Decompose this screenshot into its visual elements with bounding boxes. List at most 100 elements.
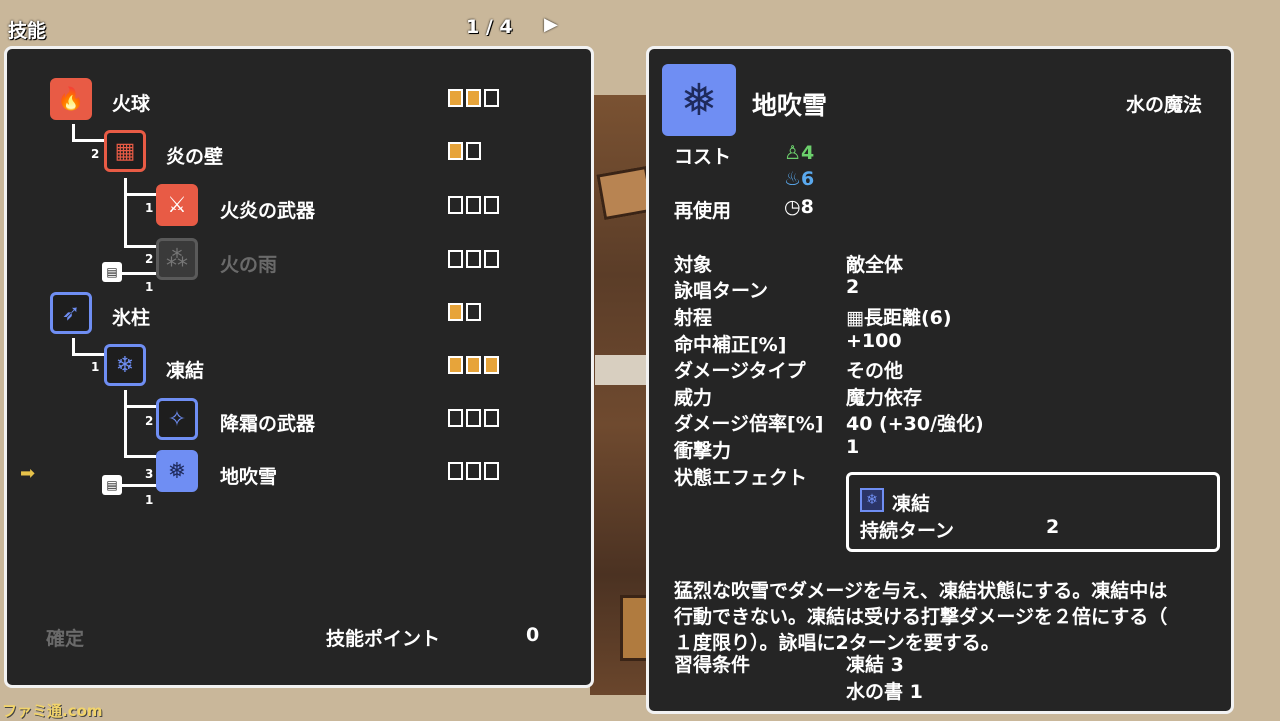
- cooldown: ◷8: [784, 196, 814, 218]
- stamina-cost: ♙4: [784, 142, 814, 164]
- skill-name[interactable]: 火炎の武器: [220, 196, 315, 223]
- level-pip: [448, 89, 463, 107]
- level-pip: [466, 142, 481, 160]
- stat-label: 状態エフェクト: [674, 467, 808, 489]
- stat-label: 衝撃力: [674, 440, 732, 462]
- stamina-cost-value: 4: [801, 142, 815, 164]
- skill-level-pips: [448, 462, 499, 480]
- skill-name[interactable]: 火球: [112, 89, 150, 116]
- level-pip: [466, 250, 481, 268]
- req-level: 2: [145, 252, 154, 266]
- skill-title: 地吹雪: [752, 91, 828, 120]
- mana-flame-icon: ♨: [784, 168, 802, 190]
- tree-connector: [124, 455, 156, 458]
- cost-label: コスト: [674, 146, 732, 168]
- tree-connector: [122, 272, 156, 275]
- book-req-level: 1: [145, 280, 154, 294]
- confirm-button[interactable]: 確定: [46, 624, 84, 651]
- level-pip: [466, 462, 481, 480]
- selection-cursor-icon: ➡: [20, 463, 36, 484]
- skill-school: 水の魔法: [1126, 94, 1203, 116]
- page-title: 技能: [8, 20, 47, 42]
- skill-level-pips: [448, 89, 499, 107]
- level-pip: [466, 303, 481, 321]
- effect-duration-value: 2: [1046, 516, 1060, 538]
- stat-value: 1: [846, 436, 860, 458]
- tree-connector: [72, 353, 104, 356]
- level-pip: [484, 356, 499, 374]
- freeze-effect-icon: ❄: [860, 488, 884, 512]
- effect-name: 凍結: [892, 493, 931, 515]
- level-pip: [448, 196, 463, 214]
- book-icon: ▤: [102, 475, 122, 495]
- learn-requirement: 凍結 3: [846, 654, 904, 676]
- stat-label: ダメージ倍率[%]: [674, 413, 824, 435]
- blizzard-icon[interactable]: ❅: [156, 450, 198, 492]
- skill-name[interactable]: 地吹雪: [220, 462, 277, 489]
- stat-value: その他: [846, 360, 904, 382]
- fire-rain-icon[interactable]: ⁂: [156, 238, 198, 280]
- req-level: 1: [145, 201, 154, 215]
- stat-label: 命中補正[%]: [674, 334, 787, 356]
- stat-value: 敵全体: [846, 254, 904, 276]
- level-pip: [466, 89, 481, 107]
- skill-name[interactable]: 降霜の武器: [220, 409, 315, 436]
- skill-name[interactable]: 氷柱: [112, 303, 150, 330]
- skill-name[interactable]: 炎の壁: [166, 142, 223, 169]
- book-req-level: 1: [145, 493, 154, 507]
- fire-wall-icon[interactable]: ▦: [104, 130, 146, 172]
- clock-icon: ◷: [784, 196, 801, 218]
- level-pip: [448, 250, 463, 268]
- skill-level-pips: [448, 142, 481, 160]
- tree-connector: [124, 193, 156, 196]
- mana-cost: ♨6: [784, 168, 814, 190]
- stat-label: 威力: [674, 387, 713, 409]
- stat-value: 40 (+30/強化): [846, 413, 984, 435]
- level-pip: [448, 142, 463, 160]
- level-pip: [466, 356, 481, 374]
- stat-value: +100: [846, 330, 902, 352]
- level-pip: [466, 196, 481, 214]
- level-pip: [448, 409, 463, 427]
- skill-level-pips: [448, 409, 499, 427]
- skill-name[interactable]: 凍結: [166, 356, 204, 383]
- stat-label: 詠唱ターン: [674, 280, 769, 302]
- skill-description: 猛烈な吹雪でダメージを与え、凍結状態にする。凍結中は 行動できない。凍結は受ける…: [674, 578, 1214, 656]
- cooldown-value: 8: [800, 196, 814, 218]
- skill-points-value: 0: [526, 624, 540, 646]
- skill-level-pips: [448, 196, 499, 214]
- watermark-logo: ファミ通.com: [2, 702, 103, 720]
- level-pip: [466, 409, 481, 427]
- skill-level-pips: [448, 356, 499, 374]
- effect-duration-label: 持続ターン: [860, 520, 955, 542]
- cooldown-label: 再使用: [674, 200, 732, 222]
- level-pip: [484, 89, 499, 107]
- snowflake-icon[interactable]: ❄: [104, 344, 146, 386]
- frost-weapon-icon[interactable]: ✧: [156, 398, 198, 440]
- tree-connector: [122, 484, 156, 487]
- icicle-icon[interactable]: ➶: [50, 292, 92, 334]
- level-pip: [448, 462, 463, 480]
- level-pip: [448, 303, 463, 321]
- stat-label: 射程: [674, 307, 713, 329]
- blizzard-icon: ❅: [662, 64, 736, 136]
- book-icon: ▤: [102, 262, 122, 282]
- req-level: 2: [145, 414, 154, 428]
- skill-name[interactable]: 火の雨: [220, 250, 277, 277]
- req-level: 3: [145, 467, 154, 481]
- level-pip: [484, 409, 499, 427]
- play-arrow-icon[interactable]: ▶: [544, 14, 558, 35]
- description-line: 行動できない。凍結は受ける打撃ダメージを２倍にする（: [674, 606, 1168, 628]
- req-level: 2: [91, 147, 100, 161]
- range-value: 長距離(6): [863, 307, 952, 329]
- fire-icon[interactable]: 🔥: [50, 78, 92, 120]
- fire-weapon-icon[interactable]: ⚔: [156, 184, 198, 226]
- stat-value: 魔力依存: [846, 387, 923, 409]
- table-prop: [595, 355, 650, 385]
- tree-connector: [124, 405, 156, 408]
- range-grid-icon: ▦: [846, 307, 864, 329]
- level-pip: [484, 462, 499, 480]
- req-level: 1: [91, 360, 100, 374]
- level-pip: [484, 250, 499, 268]
- tree-connector: [124, 178, 127, 246]
